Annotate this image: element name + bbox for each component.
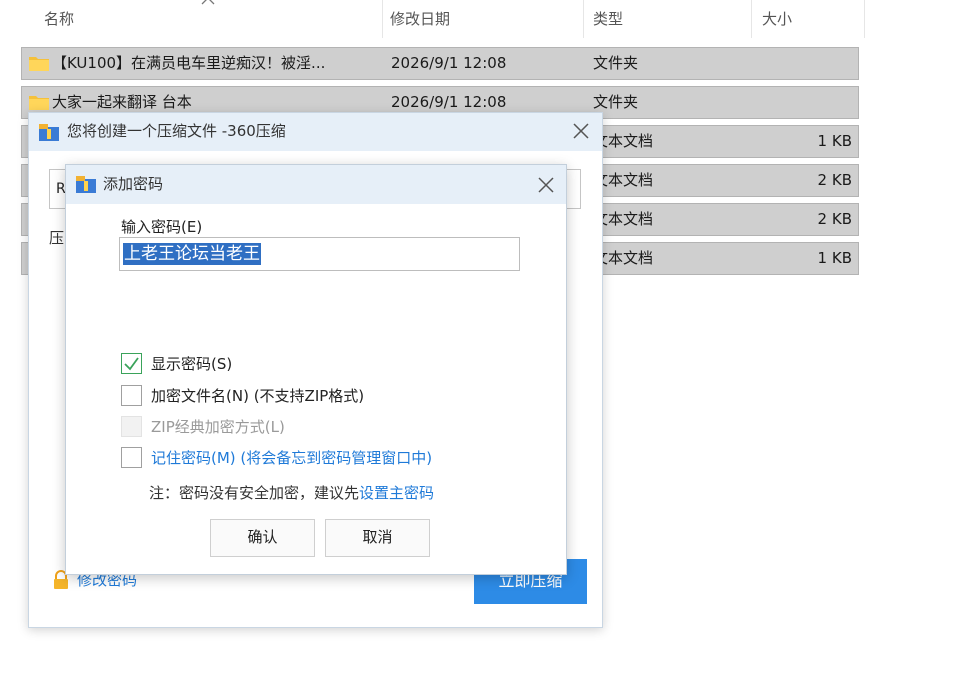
file-type: 文本文档 <box>593 249 654 267</box>
compress-dialog-titlebar[interactable]: 您将创建一个压缩文件 -360压缩 <box>29 113 602 151</box>
folder-icon <box>29 57 49 71</box>
file-size: 2 KB <box>817 210 852 228</box>
file-type: 文本文档 <box>593 210 654 228</box>
file-size <box>732 48 852 79</box>
folder-icon <box>29 96 49 110</box>
add-password-titlebar[interactable]: 添加密码 <box>66 165 566 204</box>
close-icon[interactable] <box>571 121 591 141</box>
column-divider[interactable] <box>864 0 865 38</box>
encrypt-filenames-checkbox[interactable] <box>121 385 142 406</box>
compress-dialog-title: 您将创建一个压缩文件 -360压缩 <box>67 122 286 140</box>
file-type: 文本文档 <box>593 132 654 150</box>
file-size <box>732 87 852 118</box>
file-size: 2 KB <box>817 171 852 189</box>
password-label: 输入密码(E) <box>121 218 203 236</box>
file-size: 1 KB <box>817 132 852 150</box>
ok-button[interactable]: 确认 <box>210 519 315 557</box>
file-date: 2026/9/1 12:08 <box>391 54 507 72</box>
file-type: 文件夹 <box>593 54 639 72</box>
password-input[interactable]: 上老王论坛当老王 <box>119 237 520 271</box>
add-password-title: 添加密码 <box>103 175 164 193</box>
set-master-password-link[interactable]: 设置主密码 <box>359 484 434 502</box>
file-type: 文本文档 <box>593 171 654 189</box>
checkmark-icon <box>124 357 139 371</box>
show-password-label: 显示密码(S) <box>151 355 233 373</box>
password-value: 上老王论坛当老王 <box>123 243 261 265</box>
add-password-dialog: 添加密码 输入密码(E) 上老王论坛当老王 显示密码(S) 加密文件名(N) (… <box>65 164 567 575</box>
archive-app-icon <box>39 124 59 141</box>
file-row[interactable]: 【KU100】在满员电车里逆痴汉！被淫... 2026/9/1 12:08 文件… <box>21 47 859 80</box>
column-header-type[interactable]: 类型 <box>571 0 623 38</box>
security-note-text: 注：密码没有安全加密，建议先 <box>149 484 360 502</box>
security-note: 注：密码没有安全加密，建议先设置主密码 <box>149 482 434 503</box>
file-name: 【KU100】在满员电车里逆痴汉！被淫... <box>52 54 326 72</box>
file-type: 文件夹 <box>593 93 639 111</box>
column-header-date[interactable]: 修改日期 <box>368 0 450 38</box>
encrypt-filenames-label: 加密文件名(N) (不支持ZIP格式) <box>151 387 365 405</box>
zip-classic-checkbox <box>121 416 142 437</box>
cancel-button[interactable]: 取消 <box>325 519 430 557</box>
close-icon[interactable] <box>536 175 556 195</box>
remember-password-checkbox[interactable] <box>121 447 142 468</box>
file-size: 1 KB <box>817 249 852 267</box>
file-list-header: 名称 修改日期 类型 大小 <box>0 0 866 40</box>
zip-classic-label: ZIP经典加密方式(L) <box>151 418 285 436</box>
column-header-name[interactable]: 名称 <box>22 0 74 38</box>
compress-options-label: 压 <box>49 229 65 247</box>
sort-ascending-icon <box>201 0 215 5</box>
archive-app-icon <box>76 176 96 193</box>
column-header-size[interactable]: 大小 <box>740 0 792 38</box>
show-password-checkbox[interactable] <box>121 353 142 374</box>
remember-password-label[interactable]: 记住密码(M) (将会备忘到密码管理窗口中) <box>151 447 432 469</box>
